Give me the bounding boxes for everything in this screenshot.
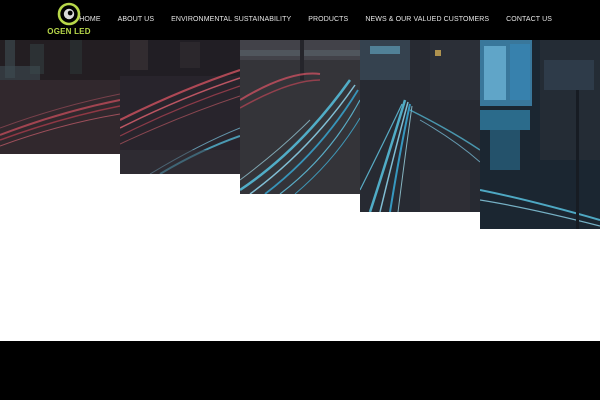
hero-strip-4 <box>360 40 480 212</box>
nav-about-us[interactable]: ABOUT US <box>118 14 154 26</box>
site-footer <box>0 341 600 400</box>
hero-strip-3 <box>240 40 360 194</box>
nav-news-valued-customers[interactable]: NEWS & OUR VALUED CUSTOMERS <box>365 14 489 26</box>
city-light-trails-image <box>120 40 240 174</box>
nav-environmental-sustainability[interactable]: ENVIRONMENTAL SUSTAINABILITY <box>171 14 291 26</box>
city-light-trails-image <box>360 40 480 212</box>
city-light-trails-image <box>240 40 360 194</box>
hero-strip-2 <box>120 40 240 174</box>
city-light-trails-image <box>0 40 120 154</box>
nav-home[interactable]: HOME <box>79 14 100 26</box>
hero-image-strips <box>0 40 600 230</box>
hero-strip-1 <box>0 40 120 154</box>
main-nav: HOME ABOUT US ENVIRONMENTAL SUSTAINABILI… <box>79 14 552 26</box>
nav-products[interactable]: PRODUCTS <box>308 14 348 26</box>
city-light-trails-image <box>480 40 600 229</box>
hero-strip-5 <box>480 40 600 229</box>
logo-text: OGEN LED <box>47 27 91 36</box>
ogen-ring-logo-icon <box>57 2 81 26</box>
nav-contact-us[interactable]: CONTACT US <box>506 14 552 26</box>
site-header: OGEN LED HOME ABOUT US ENVIRONMENTAL SUS… <box>0 0 600 40</box>
